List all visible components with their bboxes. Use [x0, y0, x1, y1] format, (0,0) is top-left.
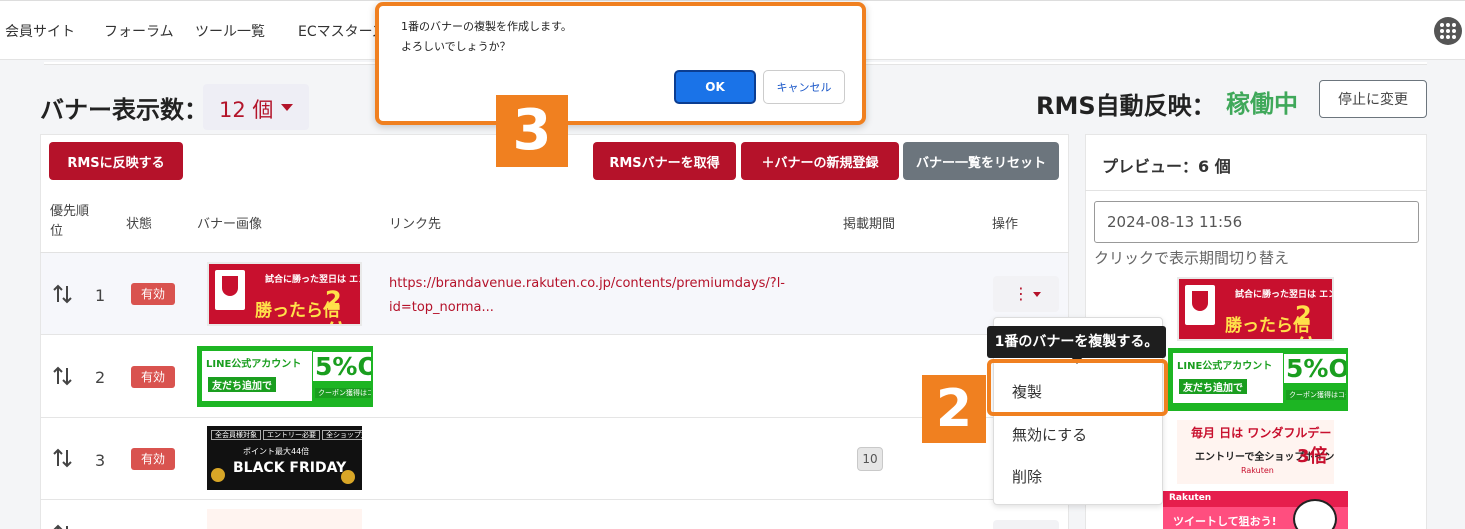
banner-text: ツイートして狙おう! [1173, 515, 1277, 528]
banner-text: 試合に勝った翌日は エントリーでポイント [1235, 290, 1332, 300]
banner-image-vissel: 試合に勝った翌日は エントリーでポイント 勝ったら倍 2倍 [207, 262, 362, 326]
rms-auto-label: RMS自動反映： [1036, 92, 1216, 120]
banner-text: 毎月 日は ワンダフルデー [1191, 426, 1332, 440]
caret-down-icon [281, 104, 293, 111]
banner-text: 2倍 [325, 286, 349, 324]
banner-image-line: LINE公式アカウント 友だち追加で 5%OFF クーポン獲得はコチラをクリック… [197, 346, 373, 407]
reorder-arrows-icon[interactable] [52, 364, 74, 388]
step-badge-2: 2 [922, 375, 986, 443]
preview-banner-rakuten: Rakuten ツイートして狙おう! [1163, 491, 1348, 529]
banner-image-wonderful [207, 509, 362, 529]
preview-banner-wonderful: 毎月 日は ワンダフルデー エントリーで全ショップポイント 3倍 Rakuten [1177, 420, 1334, 484]
rms-status-text: 稼働中 [1226, 90, 1298, 118]
banner-text: LINE公式アカウント [206, 359, 302, 370]
banner-text: 友だち追加で [208, 377, 276, 392]
club-logo-icon [215, 270, 245, 310]
row-divider [40, 334, 1069, 335]
banner-count-label: バナー表示数： [40, 96, 208, 124]
banner-image-blackfriday: 全会員様対象エントリー必要全ショップ対象 ポイント最大44倍 BLACK FRI… [207, 426, 362, 490]
row-priority-number: 1 [95, 286, 106, 305]
caret-down-icon [1033, 292, 1041, 297]
preview-title: プレビュー：6 個 [1102, 157, 1231, 176]
status-badge: 有効 [131, 448, 175, 470]
banner-tags: 全会員様対象エントリー必要全ショップ対象 [211, 430, 362, 440]
reorder-arrows-icon[interactable] [52, 446, 74, 470]
banner-text: 友だち追加で [1179, 379, 1247, 394]
nav-item-members[interactable]: 会員サイト [5, 21, 75, 41]
th-status: 状態 [126, 217, 153, 232]
dialog-ok-button[interactable]: OK [674, 70, 756, 104]
row-priority-number: 2 [95, 368, 106, 387]
menu-item-disable[interactable]: 無効にする [1012, 424, 1087, 445]
row-actions-toggle[interactable]: ⋮ [993, 276, 1059, 312]
stop-toggle-button[interactable]: 停止に変更 [1319, 80, 1427, 118]
club-logo-icon [1185, 285, 1215, 325]
banner-text: 3倍 [1297, 446, 1328, 467]
banner-text: Rakuten [1241, 466, 1274, 475]
nav-item-forum[interactable]: フォーラム [104, 21, 174, 41]
banner-text: 5%OFF [1284, 354, 1346, 383]
th-period: 掲載期間 [843, 217, 896, 232]
step-badge-3: 3 [496, 95, 568, 167]
preview-date-input[interactable] [1094, 201, 1419, 243]
banner-text: クーポン獲得はコチラをクリック▶ [1286, 390, 1346, 400]
banner-panel: LINE公式アカウント 友だち追加で [202, 351, 312, 401]
th-link: リンク先 [389, 217, 442, 232]
row-divider [40, 499, 1069, 500]
banner-text: エントリー必要 [263, 430, 320, 440]
preview-divider [1085, 190, 1427, 191]
banner-text: BLACK FRIDAY [233, 460, 347, 476]
period-count-badge: 10 [857, 447, 883, 471]
banner-text: ポイント最大44倍 [243, 447, 310, 456]
banner-panel: LINE公式アカウント 友だち追加で [1173, 353, 1283, 403]
row-divider [40, 417, 1069, 418]
banner-text: 5%OFF [313, 352, 371, 381]
highlight-box-duplicate [987, 359, 1168, 416]
reorder-arrows-icon[interactable] [52, 282, 74, 306]
banner-text: 2倍 [1295, 301, 1319, 339]
banner-count-value: 12 個 [219, 98, 274, 122]
status-badge: 有効 [131, 283, 175, 305]
banner-text: 全ショップ対象 [322, 430, 362, 440]
row-priority-number: 3 [95, 451, 106, 470]
banner-text: 全会員様対象 [211, 430, 261, 440]
row-actions-toggle[interactable] [993, 520, 1059, 529]
th-priority: 優先順位 [50, 204, 90, 239]
dialog-cancel-button[interactable]: キャンセル [763, 70, 845, 104]
status-badge: 有効 [131, 366, 175, 388]
th-image: バナー画像 [197, 217, 263, 232]
coin-icon [341, 470, 355, 484]
th-action: 操作 [992, 217, 1019, 232]
apps-grid-icon[interactable] [1434, 17, 1462, 45]
banner-text: 試合に勝った翌日は エントリーでポイント [265, 275, 360, 285]
banner-text: クーポン獲得はコチラをクリック▶ [315, 388, 371, 398]
preview-banner-vissel: 試合に勝った翌日は エントリーでポイント 勝ったら倍 2倍 [1177, 277, 1334, 341]
preview-banner-line: LINE公式アカウント 友だち追加で 5%OFF クーポン獲得はコチラをクリック… [1168, 348, 1348, 411]
menu-item-delete[interactable]: 削除 [1012, 466, 1042, 487]
dialog-message-line1: 1番のバナーの複製を作成します。 [401, 20, 572, 33]
reflect-rms-button[interactable]: RMSに反映する [49, 142, 183, 180]
kebab-icon: ⋮ [1013, 284, 1029, 303]
reset-list-button[interactable]: バナー一覧をリセット [903, 142, 1059, 180]
banner-text: Rakuten [1169, 493, 1212, 503]
get-rms-banner-button[interactable]: RMSバナーを取得 [593, 142, 736, 180]
preview-hint[interactable]: クリックで表示期間切り替え [1094, 247, 1289, 268]
banner-count-select[interactable]: 12 個 [203, 84, 309, 130]
coin-icon [211, 468, 225, 482]
new-banner-button[interactable]: ＋バナーの新規登録 [741, 142, 899, 180]
nav-item-ecmasters[interactable]: ECマスターズ [298, 21, 386, 41]
confirm-dialog: 1番のバナーの複製を作成します。 よろしいでしょうか？ OK キャンセル [375, 2, 866, 125]
banner-link[interactable]: https://brandavenue.rakuten.co.jp/conten… [389, 272, 809, 320]
dialog-message-line2: よろしいでしょうか？ [401, 40, 511, 53]
duplicate-tooltip: 1番のバナーを複製する。 [987, 326, 1166, 358]
banner-text: LINE公式アカウント [1177, 361, 1273, 372]
nav-item-tools[interactable]: ツール一覧 [195, 21, 265, 41]
reorder-arrows-icon[interactable] [52, 522, 74, 529]
